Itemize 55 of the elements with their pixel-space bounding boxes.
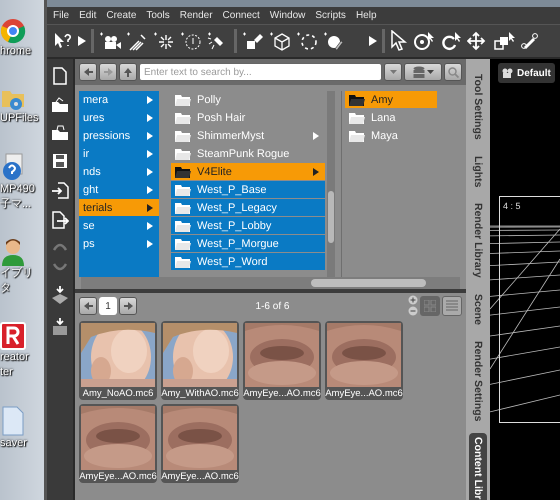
menu-item[interactable]: Render xyxy=(180,10,213,21)
side-tab[interactable]: Tool Settings xyxy=(469,70,487,144)
folder-item[interactable]: West_P_Word xyxy=(171,253,325,270)
folder-item[interactable]: Posh Hair xyxy=(171,109,325,126)
menu-item[interactable]: Window xyxy=(270,10,306,21)
icon-label: UPFiles xyxy=(0,111,39,126)
folder-item[interactable]: Polly xyxy=(171,91,325,108)
side-tab[interactable]: Content Libr xyxy=(469,433,487,500)
side-tab[interactable]: Scene xyxy=(469,290,487,329)
folder-item[interactable]: West_P_Base xyxy=(171,181,325,198)
side-tab[interactable]: Lights xyxy=(469,152,487,192)
file-name: Amy_WithAO.mc6 xyxy=(161,387,239,400)
menu-item[interactable]: File xyxy=(53,10,70,21)
menu-item[interactable]: Edit xyxy=(79,10,96,21)
file-name: AmyEye...AO.mc6 xyxy=(325,387,403,400)
menu-item[interactable]: Connect xyxy=(222,10,260,21)
thumbnail-tile[interactable]: AmyEye...AO.mc6 xyxy=(325,321,403,400)
aspect-ratio: 4 : 5 xyxy=(503,201,521,211)
folder-item[interactable]: West_P_Morgue xyxy=(171,235,325,252)
file-name: Amy_NoAO.mc6 xyxy=(82,387,154,400)
side-tab[interactable]: Render Library xyxy=(469,199,487,282)
thumbnail-tile[interactable]: AmyEye...AO.mc6 xyxy=(161,404,239,483)
folder-item[interactable]: ShimmerMyst xyxy=(171,127,325,144)
thumbnail-tile[interactable]: AmyEye...AO.mc6 xyxy=(243,321,321,400)
category-item[interactable]: terials xyxy=(79,199,159,216)
menu-item[interactable]: Tools xyxy=(146,10,170,21)
folder-item[interactable]: V4Elite xyxy=(171,163,325,180)
side-tab[interactable]: Render Settings xyxy=(469,336,487,426)
file-name: AmyEye...AO.mc6 xyxy=(161,470,239,483)
icon-label: reator xyxy=(0,350,29,365)
folder-item[interactable]: Maya xyxy=(345,127,437,144)
file-name: AmyEye...AO.mc6 xyxy=(243,387,321,400)
menu-item[interactable]: Create xyxy=(106,10,136,21)
thumbnail-tile[interactable]: Amy_WithAO.mc6 xyxy=(161,321,239,400)
icon-label: saver xyxy=(0,436,27,451)
thumbnail-tile[interactable]: Amy_NoAO.mc6 xyxy=(79,321,157,400)
folder-item[interactable]: West_P_Lobby xyxy=(171,217,325,234)
icon-label: ter xyxy=(0,365,13,380)
icon-label: イブリ xyxy=(0,266,33,281)
folder-item[interactable]: Lana xyxy=(345,109,437,126)
folder-item[interactable]: West_P_Legacy xyxy=(171,199,325,216)
folder-item[interactable]: SteamPunk Rogue xyxy=(171,145,325,162)
icon-label: hrome xyxy=(0,44,32,59)
camera-button[interactable]: Default xyxy=(498,63,555,83)
file-name: AmyEye...AO.mc6 xyxy=(79,470,157,483)
result-count: 1-6 of 6 xyxy=(254,300,290,312)
icon-label: タ xyxy=(0,281,11,296)
search-field[interactable]: Enter text to search by... xyxy=(139,63,382,81)
icon-label: 子マ... xyxy=(0,197,32,212)
thumbnail-tile[interactable]: AmyEye...AO.mc6 xyxy=(79,404,157,483)
menu-item[interactable]: Scripts xyxy=(315,10,346,21)
icon-label: MP490 xyxy=(0,182,35,197)
menu-item[interactable]: Help xyxy=(356,10,377,21)
folder-item[interactable]: Amy xyxy=(345,91,437,108)
page-number[interactable]: 1 xyxy=(99,297,117,315)
